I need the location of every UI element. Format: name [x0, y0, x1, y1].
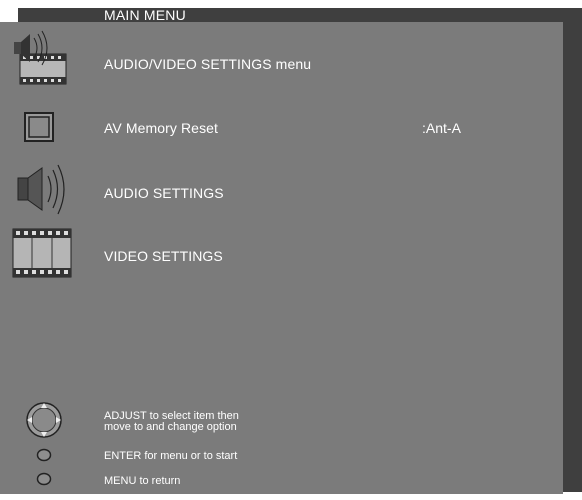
help-adjust-line2: move to and change option — [104, 421, 237, 433]
speaker-film-icon[interactable] — [10, 30, 74, 97]
help-enter: ENTER for menu or to start — [104, 450, 238, 462]
menu-item-video-settings[interactable]: VIDEO SETTINGS — [104, 248, 223, 264]
help-menu: MENU to return — [104, 475, 181, 487]
main-menu-panel: AUDIO/VIDEO SETTINGS menu AV Memory Rese… — [0, 22, 563, 494]
av-memory-reset-value: :Ant-A — [422, 120, 461, 136]
enter-button-icon — [36, 448, 52, 467]
menu-title: MAIN MENU — [104, 7, 186, 23]
speaker-icon[interactable] — [14, 162, 76, 223]
adjust-dial-icon — [24, 400, 64, 445]
menu-button-icon — [36, 472, 52, 491]
menu-item-av-memory-reset[interactable]: AV Memory Reset — [104, 120, 218, 136]
menu-item-audio-settings[interactable]: AUDIO SETTINGS — [104, 185, 224, 201]
film-icon[interactable] — [12, 228, 74, 285]
square-icon[interactable] — [24, 112, 54, 147]
menu-item-audio-video-settings[interactable]: AUDIO/VIDEO SETTINGS menu — [104, 56, 311, 72]
